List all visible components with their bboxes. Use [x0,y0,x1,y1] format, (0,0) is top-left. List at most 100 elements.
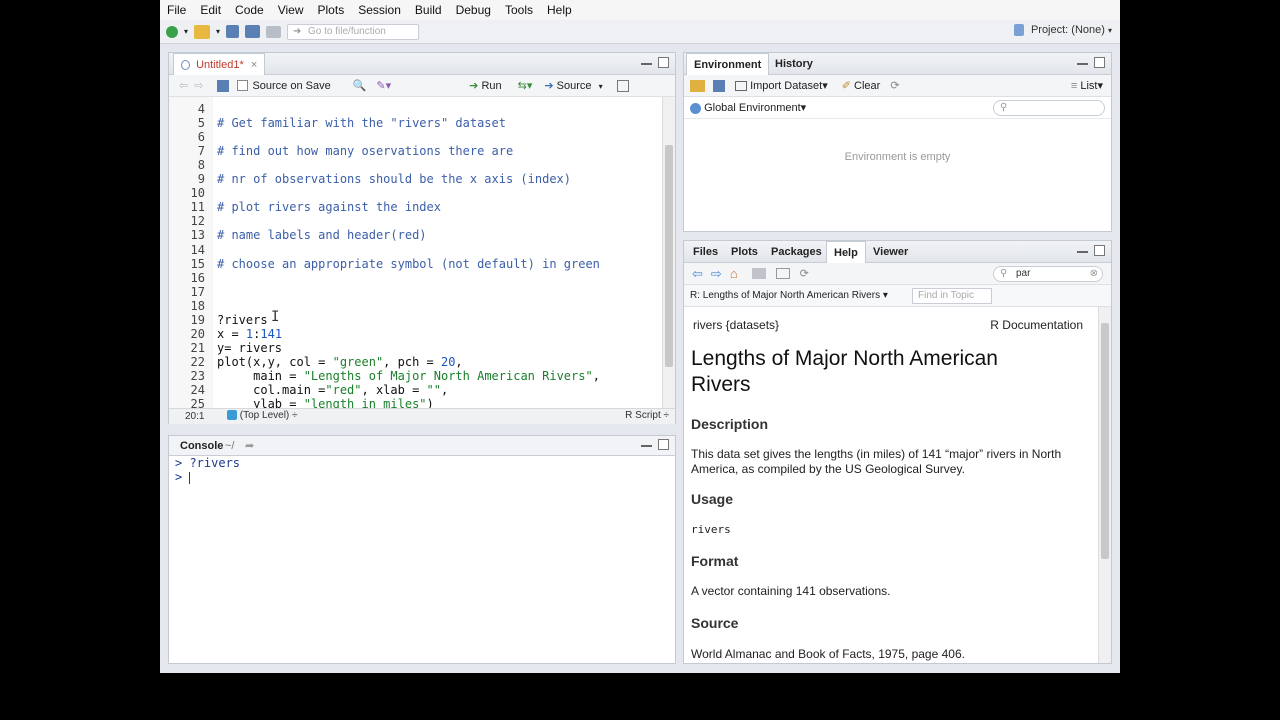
chevron-down-icon: ▾ [598,82,603,91]
menu-build[interactable]: Build [408,3,449,17]
console-output[interactable]: > ?rivers > [175,456,240,484]
function-icon [227,410,237,421]
menu-view[interactable]: View [271,3,311,17]
line-number: 17 [190,284,205,299]
save-icon[interactable] [226,25,240,38]
scope-selector[interactable]: (Top Level) ÷ [227,410,298,421]
refresh-icon[interactable]: ⟳ [890,79,899,92]
line-number: 14 [190,242,205,257]
refresh-icon[interactable]: ⟳ [800,267,809,280]
code-editor[interactable]: 4 5 # Get familiar with the "rivers" datas… [169,97,661,409]
go-to-file-input[interactable]: ➜ Go to file/function [287,23,420,40]
print-icon[interactable] [266,25,282,38]
rerun-icon[interactable]: ⇆▾ [518,79,533,92]
maximize-icon[interactable] [1094,57,1105,68]
console-prompt[interactable]: > [175,470,240,484]
close-icon[interactable]: × [251,59,257,71]
tab-help[interactable]: Help [826,241,866,263]
list-label: List [1080,80,1098,92]
outline-icon[interactable] [616,79,629,92]
minimize-icon[interactable] [1077,57,1088,65]
menu-tools[interactable]: Tools [498,3,540,17]
tab-plots[interactable]: Plots [724,241,765,263]
tab-history[interactable]: History [768,53,820,75]
line-number: 20 [190,326,205,341]
line-text: y= rivers [217,340,283,355]
filetype-label: R Script [625,410,661,421]
global-env-selector[interactable]: Global Environment▾ [690,101,806,114]
code-line: 21 y= rivers [169,341,282,355]
code-line: 24 col.main ="red", xlab = "", [169,383,449,397]
import-dataset-button[interactable]: Import Dataset▾ [735,79,828,92]
load-workspace-icon[interactable] [690,79,705,92]
rstudio-window: File Edit Code View Plots Session Build … [160,0,1120,673]
help-document: rivers {datasets} R Documentation Length… [691,307,1091,663]
source-button[interactable]: ➔ Source ▾ [544,79,602,92]
new-file-icon[interactable] [166,25,178,38]
topic-label: R: Lengths of Major North American River… [690,290,881,301]
help-header-row: rivers {datasets} R Documentation [691,318,1091,340]
globe-icon [690,102,701,114]
package-label: rivers {datasets} [693,318,780,332]
topic-selector[interactable]: R: Lengths of Major North American River… [690,290,888,301]
save-workspace-icon[interactable] [713,79,725,92]
forward-arrow-icon[interactable]: ⇨ [194,79,203,92]
search-icon: ⚲ [1000,268,1008,279]
search-icon[interactable]: 🔍 [353,79,367,92]
section-heading-description: Description [691,416,769,432]
clear-button[interactable]: ✐ Clear [842,79,881,92]
list-view-selector[interactable]: ≡ List▾ [1071,79,1103,92]
menu-help[interactable]: Help [540,3,579,17]
maximize-icon[interactable] [658,439,669,450]
forward-arrow-icon[interactable]: ⇨ [711,266,722,282]
help-scrollbar[interactable] [1098,307,1111,663]
maximize-icon[interactable] [658,57,669,68]
project-icon [1013,24,1024,37]
menu-debug[interactable]: Debug [449,3,498,17]
run-button[interactable]: ➔ Run [469,79,501,92]
line-number: 4 [197,102,205,116]
print-icon[interactable] [751,268,766,279]
code-line: 14 [169,243,205,257]
save-all-icon[interactable] [245,25,261,38]
chevron-down-icon[interactable]: ▾ [216,27,220,36]
line-number: 8 [197,158,205,173]
tab-files[interactable]: Files [686,241,725,263]
filetype-selector[interactable]: R Script ÷ [625,410,669,421]
tab-viewer[interactable]: Viewer [866,241,915,263]
show-in-window-icon[interactable] [775,268,790,279]
tab-environment[interactable]: Environment [686,53,770,75]
minimize-icon[interactable] [641,439,652,447]
magic-wand-icon[interactable]: ✎▾ [376,79,391,92]
editor-scrollbar[interactable] [662,97,675,409]
tab-untitled1[interactable]: Untitled1* × [173,53,266,75]
back-arrow-icon[interactable]: ⇦ [179,79,188,92]
source-window-buttons [641,57,669,68]
menu-file[interactable]: File [160,3,193,17]
help-search-input[interactable]: ⚲ par ⊗ [993,266,1103,282]
menu-edit[interactable]: Edit [193,3,228,17]
maximize-icon[interactable] [1094,245,1105,256]
source-on-save-checkbox[interactable] [237,80,249,91]
code-line: 11 # plot rivers against the index [169,200,441,214]
back-arrow-icon[interactable]: ⇦ [692,266,703,282]
minimize-icon[interactable] [1077,245,1088,253]
scroll-thumb[interactable] [665,145,673,367]
save-icon[interactable] [217,79,230,92]
chevron-down-icon[interactable]: ▾ [184,27,188,36]
find-in-topic-input[interactable]: Find in Topic [912,288,992,304]
clear-search-icon[interactable]: ⊗ [1090,267,1098,281]
project-menu[interactable]: Project: (None) ▾ [1013,24,1112,37]
open-folder-icon[interactable] [194,24,211,39]
menu-session[interactable]: Session [351,3,408,17]
environment-search-input[interactable]: ⚲ [993,100,1105,116]
line-number: 13 [190,228,205,243]
minimize-icon[interactable] [641,57,652,65]
code-line: 9 # nr of observations should be the x ax… [169,172,571,186]
scroll-thumb[interactable] [1101,323,1109,559]
menu-plots[interactable]: Plots [311,3,352,17]
home-icon[interactable]: ⌂ [730,266,738,281]
go-to-directory-icon[interactable]: ➦ [245,439,254,452]
menu-code[interactable]: Code [228,3,271,17]
tab-packages[interactable]: Packages [764,241,829,263]
